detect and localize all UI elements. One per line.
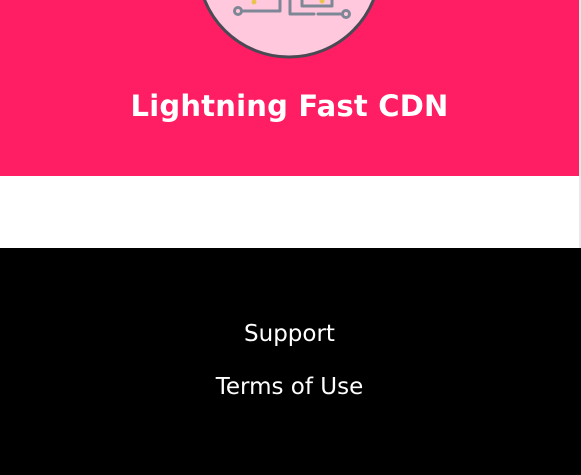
content-spacer [0, 176, 579, 248]
circuit-icon [194, 0, 384, 60]
feature-title: Lightning Fast CDN [130, 89, 449, 123]
feature-section: Lightning Fast CDN [0, 0, 579, 176]
footer-link-terms-of-use[interactable]: Terms of Use [0, 372, 579, 402]
site-footer: Support Terms of Use [0, 248, 581, 475]
footer-link-support[interactable]: Support [0, 319, 579, 349]
